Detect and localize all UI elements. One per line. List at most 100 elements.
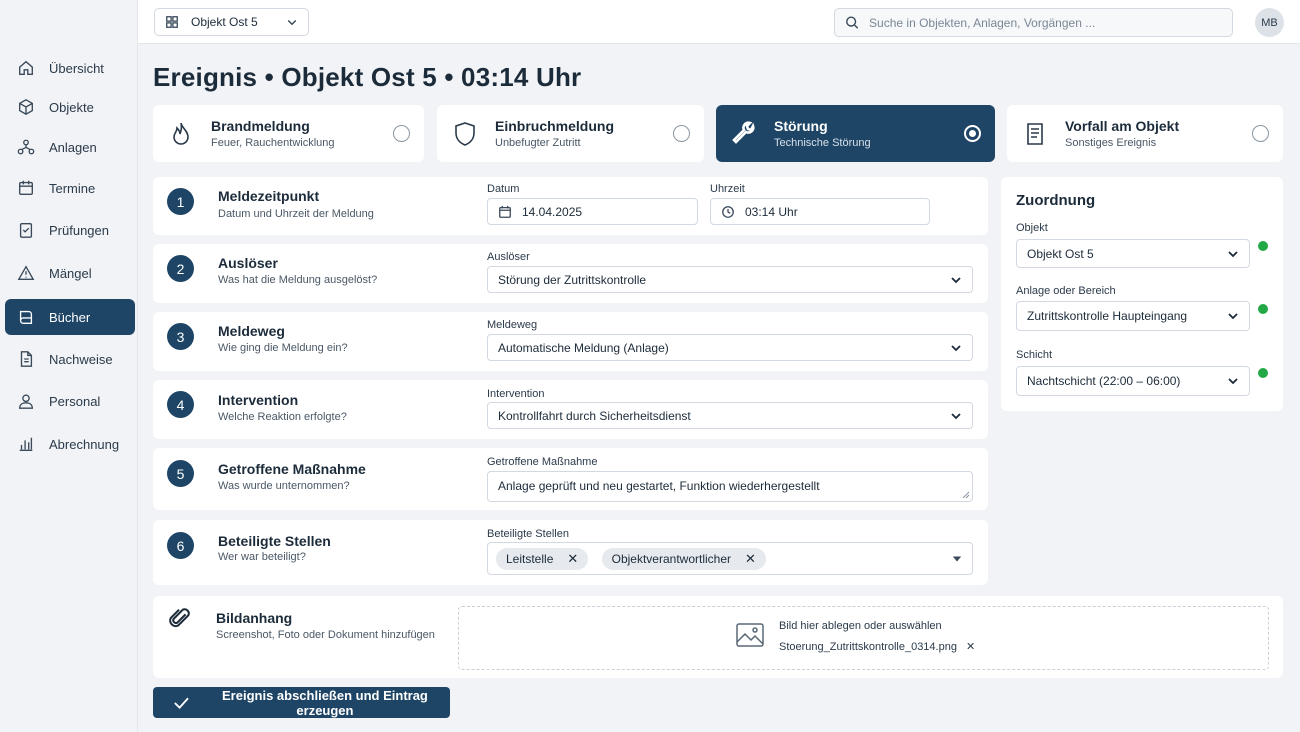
sidebar-item-label: Übersicht <box>49 60 104 76</box>
object-select-value: Objekt Ost 5 <box>191 15 258 29</box>
step-subtitle: Was wurde unternommen? <box>218 480 350 492</box>
massnahme-textarea[interactable]: Anlage geprüft und neu gestartet, Funkti… <box>487 471 973 502</box>
submit-label: Ereignis abschließen und Eintrag erzeuge… <box>222 687 428 718</box>
step-number: 5 <box>167 460 194 487</box>
sidebar-item-objekte[interactable]: Objekte <box>5 89 135 125</box>
select-value: Automatische Meldung (Anlage) <box>498 340 669 355</box>
step-title: Meldezeitpunkt <box>218 188 320 204</box>
date-field[interactable]: 14.04.2025 <box>487 198 698 225</box>
sidebar-item-anlagen[interactable]: Anlagen <box>5 129 135 165</box>
resize-grip-icon[interactable] <box>962 491 970 499</box>
step-title: Getroffene Maßnahme <box>218 461 366 477</box>
sidebar-item-termine[interactable]: Termine <box>5 170 135 206</box>
search-icon <box>846 16 859 29</box>
check-icon <box>174 697 189 709</box>
sidebar-item-maengel[interactable]: Mängel <box>5 255 135 291</box>
chevron-down-icon <box>1228 250 1238 257</box>
event-type-subtitle: Feuer, Rauchentwicklung <box>211 137 335 149</box>
step-number: 6 <box>167 532 194 559</box>
intervention-select[interactable]: Kontrollfahrt durch Sicherheitsdienst <box>487 402 973 429</box>
status-dot <box>1258 304 1268 314</box>
chip-objektverantwortlicher: Objektverantwortlicher ✕ <box>601 547 766 570</box>
select-value: Zutrittskontrolle Haupteingang <box>1027 309 1188 323</box>
assignment-panel: Zuordnung Objekt Objekt Ost 5 Anlage ode… <box>1001 177 1283 411</box>
meldeweg-select[interactable]: Automatische Meldung (Anlage) <box>487 334 973 361</box>
person-icon <box>19 394 33 409</box>
step-title: Meldeweg <box>218 323 285 339</box>
step-subtitle: Was hat die Meldung ausgelöst? <box>218 274 378 286</box>
date-value: 14.04.2025 <box>522 204 583 219</box>
event-type-stoerung[interactable]: Störung Technische Störung <box>716 105 995 162</box>
search-bar <box>834 8 1233 37</box>
sidebar-item-label: Nachweise <box>49 351 113 367</box>
chevron-down-icon <box>951 412 961 419</box>
attached-file: Stoerung_Zutrittskontrolle_0314.png ✕ <box>779 640 975 654</box>
remove-chip-icon[interactable]: ✕ <box>567 551 578 567</box>
object-select[interactable]: Objekt Ost 5 <box>154 8 309 36</box>
field-label: Intervention <box>487 388 545 400</box>
radio-button[interactable] <box>1252 125 1269 142</box>
step-title: Auslöser <box>218 255 278 271</box>
sidebar-item-pruefungen[interactable]: Prüfungen <box>5 212 135 248</box>
chip-label: Leitstelle <box>506 551 554 566</box>
document-icon <box>20 351 33 367</box>
assignment-object-select[interactable]: Objekt Ost 5 <box>1016 239 1250 268</box>
attachment-section: Bildanhang Screenshot, Foto oder Dokumen… <box>153 596 1283 678</box>
chevron-down-icon <box>1228 378 1238 385</box>
network-icon <box>17 139 35 155</box>
step-title: Intervention <box>218 392 299 408</box>
assignment-shift-select[interactable]: Nachtschicht (22:00 – 06:00) <box>1016 366 1250 396</box>
status-dot <box>1258 368 1268 378</box>
sidebar-item-nachweise[interactable]: Nachweise <box>5 341 135 377</box>
event-type-einbruchmeldung[interactable]: Einbruchmeldung Unbefugter Zutritt <box>437 105 704 162</box>
top-bar: Objekt Ost 5 MB <box>138 0 1300 44</box>
sidebar-item-label: Objekte <box>49 99 94 115</box>
radio-button[interactable] <box>673 125 690 142</box>
sidebar-item-buecher[interactable]: Bücher <box>5 299 135 335</box>
radio-button[interactable] <box>964 125 981 142</box>
sidebar-item-abrechnung[interactable]: Abrechnung <box>5 426 135 462</box>
select-value: Objekt Ost 5 <box>1027 246 1094 261</box>
field-label: Schicht <box>1016 349 1053 361</box>
calendar-icon <box>19 180 33 195</box>
remove-file-icon[interactable]: ✕ <box>966 640 975 653</box>
dropzone-text: Bild hier ablegen oder auswählen <box>779 620 942 632</box>
paperclip-icon <box>169 608 190 628</box>
event-type-vorfall[interactable]: Vorfall am Objekt Sonstiges Ereignis <box>1007 105 1283 162</box>
avatar[interactable]: MB <box>1255 8 1284 37</box>
sidebar-item-personal[interactable]: Personal <box>5 383 135 419</box>
attachment-title: Bildanhang <box>216 610 293 626</box>
step-subtitle: Wer war beteiligt? <box>218 551 306 563</box>
step-beteiligte-stellen: 6 Beteiligte Stellen Wer war beteiligt? … <box>153 520 988 585</box>
assignment-area-select[interactable]: Zutrittskontrolle Haupteingang <box>1016 301 1250 331</box>
remove-chip-icon[interactable]: ✕ <box>745 551 756 567</box>
select-value: Kontrollfahrt durch Sicherheitsdienst <box>498 408 691 423</box>
submit-button[interactable]: Ereignis abschließen und Eintrag erzeuge… <box>153 687 450 718</box>
sidebar-item-uebersicht[interactable]: Übersicht <box>5 50 135 86</box>
radio-button[interactable] <box>393 125 410 142</box>
event-type-brandmeldung[interactable]: Brandmeldung Feuer, Rauchentwicklung <box>153 105 424 162</box>
select-value: Störung der Zutrittskontrolle <box>498 272 647 287</box>
step-subtitle: Wie ging die Meldung ein? <box>218 342 348 354</box>
chip-leitstelle: Leitstelle ✕ <box>496 547 589 570</box>
textarea-value: Anlage geprüft und neu gestartet, Funkti… <box>498 479 820 493</box>
step-ausloeser: 2 Auslöser Was hat die Meldung ausgelöst… <box>153 244 988 303</box>
grid-icon <box>166 16 178 28</box>
ausloeser-select[interactable]: Störung der Zutrittskontrolle <box>487 266 973 293</box>
home-icon <box>19 60 33 75</box>
image-dropzone[interactable]: Bild hier ablegen oder auswählen Stoerun… <box>458 606 1269 670</box>
shield-icon <box>455 121 475 146</box>
beteiligte-stellen-multiselect[interactable]: Leitstelle ✕ Objektverantwortlicher ✕ <box>487 542 973 575</box>
step-intervention: 4 Intervention Welche Reaktion erfolgte?… <box>153 380 988 439</box>
sidebar-item-label: Abrechnung <box>49 436 120 452</box>
step-massnahme: 5 Getroffene Maßnahme Was wurde unternom… <box>153 448 988 510</box>
step-meldezeitpunkt: 1 Meldezeitpunkt Datum und Uhrzeit der M… <box>153 177 988 235</box>
bar-chart-icon <box>19 437 33 451</box>
time-field[interactable]: 03:14 Uhr <box>710 198 930 225</box>
step-meldeweg: 3 Meldeweg Wie ging die Meldung ein? Mel… <box>153 312 988 371</box>
search-input[interactable] <box>869 15 1222 30</box>
chevron-down-icon <box>951 344 961 351</box>
field-label: Beteiligte Stellen <box>487 528 569 540</box>
attachment-subtitle: Screenshot, Foto oder Dokument hinzufüge… <box>216 629 435 641</box>
select-value: Nachtschicht (22:00 – 06:00) <box>1027 374 1181 388</box>
